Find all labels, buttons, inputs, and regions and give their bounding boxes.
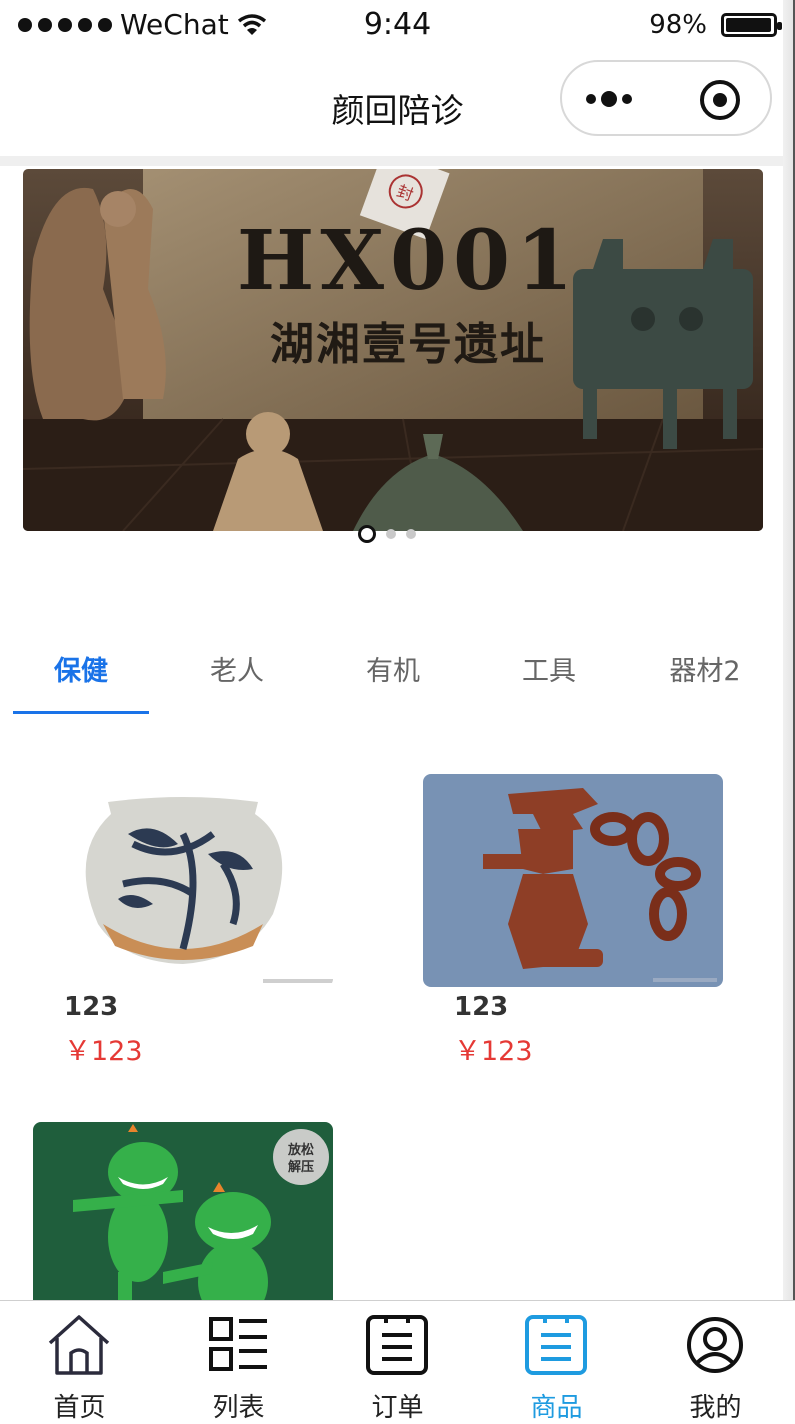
carousel-dot[interactable] (406, 529, 416, 539)
carousel-dot[interactable] (358, 525, 376, 543)
tabbar-list[interactable]: 列表 (159, 1301, 318, 1423)
nav-bar: 颜回陪诊 (0, 56, 795, 156)
product-name: 123 (454, 992, 509, 1022)
tabbar-label: 我的 (689, 1393, 742, 1423)
tabbar-orders[interactable]: 订单 (318, 1301, 477, 1423)
goods-icon (525, 1315, 587, 1375)
status-right: 98% (649, 10, 782, 40)
svg-text:解压: 解压 (287, 1159, 314, 1175)
product-card[interactable]: 123 ￥123 (423, 774, 723, 1067)
more-menu-icon[interactable] (586, 84, 646, 114)
tab-organic[interactable]: 有机 (315, 649, 471, 688)
banner-subtitle: 湖湘壹号遗址 (270, 319, 546, 370)
tabbar-label: 首页 (53, 1393, 106, 1423)
tab-equipment[interactable]: 器材2 (627, 649, 783, 688)
product-price: ￥123 (64, 1036, 143, 1067)
profile-icon (687, 1317, 743, 1373)
divider (0, 156, 795, 166)
miniprogram-capsule (560, 60, 772, 136)
tabbar-label: 商品 (530, 1393, 583, 1423)
close-miniprogram-icon[interactable] (700, 80, 740, 120)
product-price: ￥123 (454, 1036, 533, 1067)
order-icon (366, 1315, 428, 1375)
banner-code: HX001 (237, 213, 579, 309)
product-name: 123 (64, 992, 119, 1022)
carousel-indicator[interactable] (358, 525, 416, 543)
banner-image: 封 HX001 湖湘壹号遗址 (23, 169, 763, 531)
product-image[interactable] (33, 774, 333, 987)
tab-elderly[interactable]: 老人 (159, 649, 315, 688)
tabbar-label: 列表 (212, 1393, 265, 1423)
tabbar-profile[interactable]: 我的 (636, 1301, 795, 1423)
banner-carousel[interactable]: 封 HX001 湖湘壹号遗址 (23, 169, 763, 531)
category-tabs: 保健 老人 有机 工具 器材2 (0, 635, 782, 715)
tabbar-goods[interactable]: 商品 (477, 1301, 636, 1423)
product-card[interactable]: 123 ￥123 (33, 774, 333, 1067)
tabbar-label: 订单 (371, 1393, 424, 1423)
active-tab-indicator (13, 711, 149, 714)
battery-percent: 98% (649, 10, 707, 40)
home-icon (48, 1315, 110, 1375)
carousel-dot[interactable] (386, 529, 396, 539)
tab-tools[interactable]: 工具 (471, 649, 627, 688)
bottom-tab-bar: 首页 列表 订单 商品 我的 (0, 1300, 795, 1423)
battery-icon (721, 13, 782, 37)
product-image[interactable] (423, 774, 723, 987)
tabbar-home[interactable]: 首页 (0, 1301, 159, 1423)
status-bar: WeChat 9:44 98% (0, 0, 795, 56)
svg-text:放松: 放松 (287, 1142, 314, 1158)
tab-health[interactable]: 保健 (3, 649, 159, 688)
list-icon (209, 1317, 267, 1371)
scrollbar-edge (783, 0, 795, 1417)
